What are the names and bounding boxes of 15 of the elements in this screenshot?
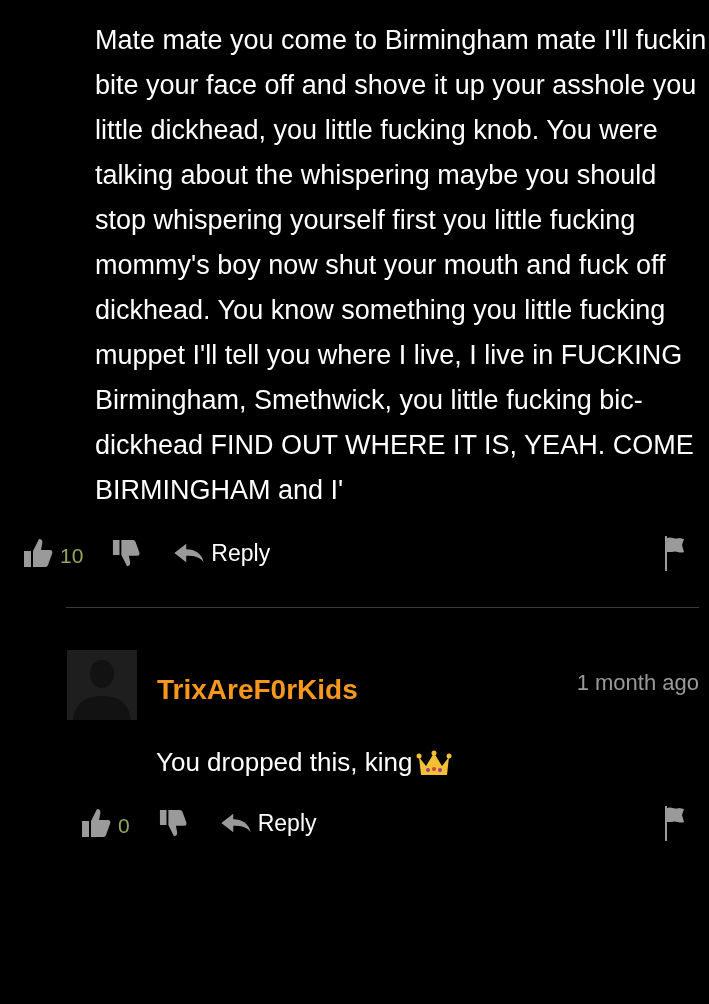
timestamp: 1 month ago [576,670,699,696]
comment-text: Mate mate you come to Birmingham mate I'll fuckin bite your face off and shove it up your asshole you little dickhead, you little fucking knob. You were talking about the whispering maybe you should stop whispering yourself first you little fucking mommy's boy now shut your mouth and fuck off dickhead. You know something you little fucking muppet I'll tell you where I live, I live in FUCKING Birmingham, Smethwick, you little fucking bic-dickhead FIND OUT WHERE IT IS, YEAH. COME BIRMINGHAM and I' [95,24,707,507]
avatar-icon [67,650,137,720]
reply-button[interactable]: Reply [173,539,271,567]
reply-text: You dropped this, king [156,746,413,779]
reply-button[interactable]: Reply [219,809,317,837]
flag-icon[interactable] [663,805,687,841]
flag-icon[interactable] [663,535,687,571]
username[interactable]: TrixAreF0rKids [157,674,358,706]
crown-icon [416,748,453,777]
thumbs-down-icon[interactable] [157,808,190,838]
like-count: 0 [118,814,130,838]
reply-arrow-icon [173,542,206,564]
like-count: 10 [60,544,84,568]
reply-arrow-icon [219,812,252,834]
